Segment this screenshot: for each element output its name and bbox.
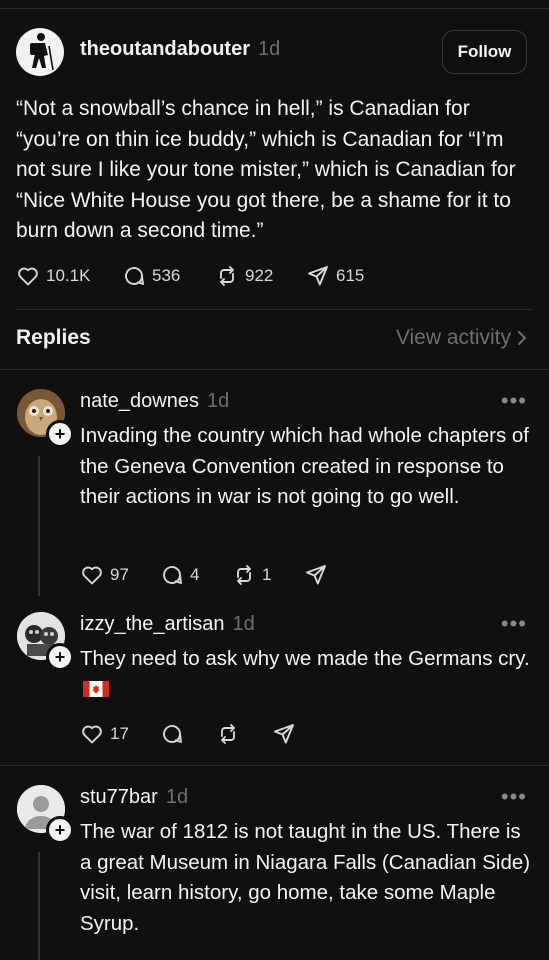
share-count: 615 bbox=[336, 266, 365, 285]
like-button[interactable]: 10.1K bbox=[16, 264, 122, 288]
like-count: 97 bbox=[110, 565, 129, 584]
comment-button[interactable] bbox=[160, 722, 216, 746]
follow-plus-button[interactable]: + bbox=[46, 816, 74, 844]
more-icon[interactable]: ••• bbox=[501, 784, 527, 810]
share-icon bbox=[306, 565, 326, 585]
reply-timestamp: 1d bbox=[165, 786, 189, 808]
follow-plus-button[interactable]: + bbox=[46, 420, 74, 448]
share-icon bbox=[274, 724, 294, 744]
canada-flag-icon bbox=[83, 680, 109, 697]
post-timestamp: 1d bbox=[258, 38, 281, 60]
heart-icon bbox=[82, 566, 102, 585]
reply-divider bbox=[0, 765, 549, 766]
reply-header: izzy_the_artisan 1d bbox=[80, 613, 255, 636]
comment-button[interactable]: 4 bbox=[160, 563, 232, 587]
post-username[interactable]: theoutandabouter bbox=[80, 38, 250, 61]
heart-icon bbox=[18, 267, 38, 286]
reply-body: They need to ask why we made the Germans… bbox=[80, 644, 535, 705]
post-header: theoutandabouter 1d bbox=[80, 38, 280, 66]
repost-button[interactable]: 1 bbox=[232, 563, 304, 587]
reply-username[interactable]: stu77bar bbox=[80, 786, 158, 809]
plus-icon: + bbox=[54, 647, 66, 667]
like-count: 17 bbox=[110, 724, 129, 743]
comment-button[interactable]: 536 bbox=[122, 264, 215, 288]
comment-count: 536 bbox=[152, 266, 181, 285]
follow-plus-button[interactable]: + bbox=[46, 643, 74, 671]
reply-actions: 97 4 1 bbox=[80, 563, 328, 587]
view-activity-label: View activity bbox=[395, 326, 511, 349]
repost-icon bbox=[237, 565, 251, 585]
plus-icon: + bbox=[54, 424, 66, 444]
reply-body-text: They need to ask why we made the Germans… bbox=[80, 647, 530, 670]
comment-icon bbox=[163, 566, 182, 584]
repost-button[interactable] bbox=[216, 722, 272, 746]
reply-header: nate_downes 1d bbox=[80, 390, 229, 413]
post-body: “Not a snowball’s chance in hell,” is Ca… bbox=[16, 97, 516, 242]
more-icon[interactable]: ••• bbox=[501, 611, 527, 637]
reply-body: Invading the country which had whole cha… bbox=[80, 424, 529, 508]
share-icon bbox=[308, 266, 328, 286]
repost-icon bbox=[221, 724, 235, 744]
share-button[interactable]: 615 bbox=[306, 264, 364, 288]
follow-button[interactable]: Follow bbox=[442, 30, 527, 74]
repost-count: 922 bbox=[245, 266, 274, 285]
reply-actions: 17 bbox=[80, 722, 296, 746]
heart-icon bbox=[82, 725, 102, 744]
repost-icon bbox=[220, 266, 234, 286]
reply-body: The war of 1812 is not taught in the US.… bbox=[80, 820, 531, 935]
comment-count: 4 bbox=[190, 565, 200, 584]
comment-icon bbox=[125, 267, 144, 285]
post-actions: 10.1K 536 922 615 bbox=[16, 264, 364, 288]
comment-icon bbox=[163, 725, 182, 743]
reply-timestamp: 1d bbox=[232, 613, 255, 635]
repost-button[interactable]: 922 bbox=[215, 264, 306, 288]
thread-line bbox=[38, 456, 40, 596]
thread-line bbox=[38, 852, 40, 960]
reply-username[interactable]: nate_downes bbox=[80, 390, 199, 413]
chevron-right-icon bbox=[518, 331, 527, 345]
view-activity-link[interactable]: View activity bbox=[396, 326, 527, 350]
share-button[interactable] bbox=[272, 722, 296, 746]
reply-timestamp: 1d bbox=[206, 390, 230, 412]
share-button[interactable] bbox=[304, 563, 328, 587]
plus-icon: + bbox=[54, 820, 66, 840]
more-icon[interactable]: ••• bbox=[501, 388, 527, 414]
top-divider bbox=[0, 8, 549, 9]
hiker-icon bbox=[30, 33, 54, 71]
reply-username[interactable]: izzy_the_artisan bbox=[80, 613, 225, 636]
replies-heading: Replies bbox=[16, 326, 91, 349]
replies-divider bbox=[0, 369, 549, 370]
reply-header: stu77bar 1d bbox=[80, 786, 188, 809]
post-divider bbox=[16, 309, 533, 310]
like-count: 10.1K bbox=[46, 266, 91, 285]
post-author-avatar[interactable] bbox=[16, 28, 64, 76]
like-button[interactable]: 97 bbox=[80, 563, 160, 587]
repost-count: 1 bbox=[262, 565, 272, 584]
like-button[interactable]: 17 bbox=[80, 722, 160, 746]
